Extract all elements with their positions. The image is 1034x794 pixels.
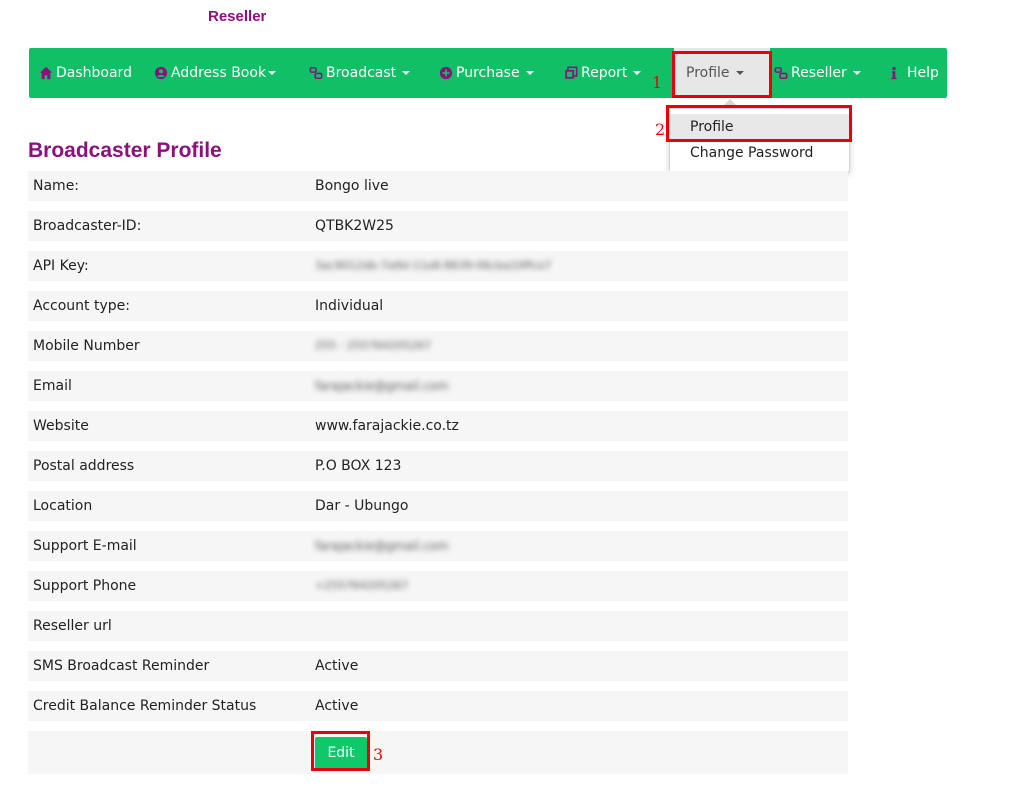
row-value: Bongo live xyxy=(315,178,389,194)
broadcast-icon xyxy=(309,66,323,80)
info-icon xyxy=(887,66,901,80)
row-value: farajackie@gmail.com xyxy=(315,379,449,393)
table-row: Broadcaster-ID: QTBK2W25 xyxy=(28,211,848,241)
dropdown-item-profile[interactable]: Profile xyxy=(670,114,849,140)
nav-address-book[interactable]: Address Book xyxy=(154,48,277,98)
chevron-down-icon xyxy=(735,71,744,75)
row-label: Support Phone xyxy=(33,578,137,594)
table-row: Location Dar - Ubungo xyxy=(28,491,848,521)
report-icon xyxy=(564,66,578,80)
brand-title: Reseller xyxy=(208,8,267,25)
nav-address-book-label: Address Book xyxy=(171,65,267,81)
row-value: www.farajackie.co.tz xyxy=(315,418,459,434)
annotation-number-1: 1 xyxy=(652,73,663,92)
chevron-down-icon xyxy=(268,71,277,75)
dropdown-pointer xyxy=(724,99,736,105)
nav-broadcast[interactable]: Broadcast xyxy=(309,48,411,98)
table-row: Support E-mail farajackie@gmail.com xyxy=(28,531,848,561)
row-label: Reseller url xyxy=(33,618,112,634)
row-value: +255764205267 xyxy=(315,579,409,592)
chevron-down-icon xyxy=(852,71,861,75)
nav-report-label: Report xyxy=(581,65,628,81)
nav-broadcast-label: Broadcast xyxy=(326,65,397,81)
row-value: 3ac9012db-7a9d-11e8-8639-06cba10ffce7 xyxy=(315,259,552,272)
nav-profile-label: Profile xyxy=(686,65,730,81)
nav-help[interactable]: Help xyxy=(887,48,939,98)
row-label: Website xyxy=(33,418,89,434)
row-label: Support E-mail xyxy=(33,538,137,554)
annotation-number-3: 3 xyxy=(373,745,384,764)
row-label: Location xyxy=(33,498,93,514)
table-row: API Key: 3ac9012db-7a9d-11e8-8639-06cba10… xyxy=(28,251,848,281)
nav-purchase-label: Purchase xyxy=(456,65,520,81)
row-value: Individual xyxy=(315,298,384,314)
row-label: Broadcaster-ID: xyxy=(33,218,142,234)
table-row: Account type: Individual xyxy=(28,291,848,321)
contacts-icon xyxy=(154,66,168,80)
chevron-down-icon xyxy=(525,71,534,75)
row-value: 255 - 255764205267 xyxy=(315,339,431,352)
edit-button[interactable]: Edit xyxy=(315,737,367,769)
home-icon xyxy=(39,66,53,80)
table-row: Postal address P.O BOX 123 xyxy=(28,451,848,481)
nav-reseller[interactable]: Reseller xyxy=(774,48,861,98)
row-label: Name: xyxy=(33,178,80,194)
row-label: API Key: xyxy=(33,258,89,274)
plus-circle-icon xyxy=(439,66,453,80)
nav-reseller-label: Reseller xyxy=(791,65,847,81)
table-row: Support Phone +255764205267 xyxy=(28,571,848,601)
chevron-down-icon xyxy=(633,71,642,75)
table-row: SMS Broadcast Reminder Active xyxy=(28,651,848,681)
profile-dropdown-menu: Profile Change Password xyxy=(669,108,850,172)
nav-help-label: Help xyxy=(907,65,939,81)
row-value: Active xyxy=(315,658,359,674)
row-label: Postal address xyxy=(33,458,135,474)
annotation-number-2: 2 xyxy=(655,120,666,139)
table-row: Mobile Number 255 - 255764205267 xyxy=(28,331,848,361)
table-row: Name: Bongo live xyxy=(28,171,848,201)
table-row: Website www.farajackie.co.tz xyxy=(28,411,848,441)
page-title: Broadcaster Profile xyxy=(28,139,222,162)
main-navbar: Dashboard Address Book Broadcast Purchas… xyxy=(29,48,947,98)
edit-row xyxy=(28,731,848,774)
table-row: Reseller url xyxy=(28,611,848,641)
nav-report[interactable]: Report xyxy=(564,48,642,98)
row-value: P.O BOX 123 xyxy=(315,458,402,474)
nav-purchase[interactable]: Purchase xyxy=(439,48,534,98)
row-label: Credit Balance Reminder Status xyxy=(33,698,257,714)
row-value: farajackie@gmail.com xyxy=(315,539,449,553)
nav-dashboard-label: Dashboard xyxy=(56,65,132,81)
reseller-icon xyxy=(774,66,788,80)
chevron-down-icon xyxy=(402,71,411,75)
nav-profile[interactable]: Profile xyxy=(674,48,770,98)
row-value: Active xyxy=(315,698,359,714)
row-label: Account type: xyxy=(33,298,130,314)
nav-dashboard[interactable]: Dashboard xyxy=(39,48,132,98)
dropdown-item-change-password[interactable]: Change Password xyxy=(670,140,849,166)
row-label: SMS Broadcast Reminder xyxy=(33,658,210,674)
row-value: QTBK2W25 xyxy=(315,218,394,234)
row-value: Dar - Ubungo xyxy=(315,498,409,514)
row-label: Email xyxy=(33,378,72,394)
table-row: Credit Balance Reminder Status Active xyxy=(28,691,848,721)
row-label: Mobile Number xyxy=(33,338,140,354)
table-row: Email farajackie@gmail.com xyxy=(28,371,848,401)
